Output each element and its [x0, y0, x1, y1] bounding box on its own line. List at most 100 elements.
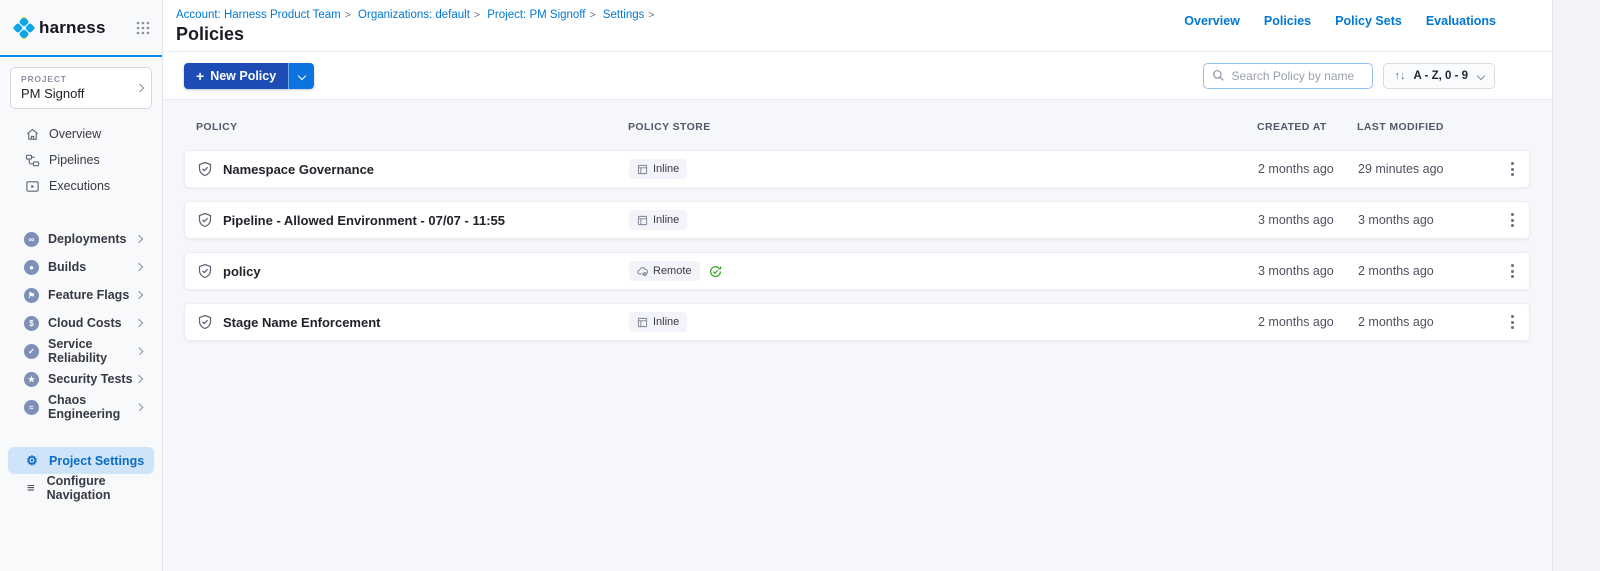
sidebar-gap [0, 199, 162, 225]
breadcrumb-org-link[interactable]: Organizations: default [358, 9, 470, 21]
store-badge: Remote [629, 261, 700, 281]
new-policy-button[interactable]: + New Policy [184, 63, 288, 89]
sidebar-gap [0, 421, 162, 447]
sidebar: harness PROJECT PM Signoff Overview [0, 0, 163, 571]
table-header-row: POLICY POLICY STORE CREATED AT LAST MODI… [184, 120, 1530, 134]
created-at: 2 months ago [1258, 315, 1358, 329]
sidebar-item-pipelines[interactable]: Pipelines [0, 147, 162, 173]
row-menu-button[interactable] [1500, 208, 1524, 232]
project-name: PM Signoff [21, 86, 137, 101]
table-row[interactable]: policy Remote [184, 252, 1530, 290]
builds-icon: ● [24, 260, 39, 275]
sidebar-item-feature-flags[interactable]: ⚑ Feature Flags [0, 281, 162, 309]
row-menu-button[interactable] [1500, 157, 1524, 181]
shield-check-icon [197, 212, 213, 228]
sidebar-item-builds[interactable]: ● Builds [0, 253, 162, 281]
sidebar-item-service-reliability[interactable]: ✓ Service Reliability [0, 337, 162, 365]
sync-success-icon [708, 264, 723, 279]
store-label: Inline [653, 214, 679, 226]
shield-check-icon [197, 314, 213, 330]
breadcrumb: Account: Harness Product Team > Organizat… [176, 9, 659, 21]
breadcrumb-separator: > [590, 9, 596, 21]
last-modified: 29 minutes ago [1358, 162, 1492, 176]
sidebar-item-label: Security Tests [48, 372, 133, 386]
logo-row: harness [0, 0, 162, 57]
sidebar-item-executions[interactable]: Executions [0, 173, 162, 199]
nav-link-policy-sets[interactable]: Policy Sets [1335, 14, 1402, 51]
chevron-right-icon [136, 83, 144, 91]
store-label: Inline [653, 316, 679, 328]
store-label: Remote [653, 265, 692, 277]
cloud-icon [637, 266, 648, 277]
policy-name: Pipeline - Allowed Environment - 07/07 -… [223, 213, 505, 228]
breadcrumb-settings-link[interactable]: Settings [603, 9, 645, 21]
sidebar-item-label: Pipelines [49, 153, 100, 167]
breadcrumb-separator: > [345, 9, 351, 21]
table-row[interactable]: Namespace Governance Inline 2 months ago… [184, 150, 1530, 188]
sidebar-item-overview[interactable]: Overview [0, 121, 162, 147]
hamburger-icon: ≡ [24, 480, 38, 495]
sidebar-item-label: Deployments [48, 232, 127, 246]
column-header-last-modified: LAST MODIFIED [1357, 121, 1491, 133]
created-at: 2 months ago [1258, 162, 1358, 176]
page-header: Account: Harness Product Team > Organizat… [163, 0, 1552, 52]
file-icon [637, 317, 648, 328]
executions-icon [24, 178, 40, 194]
sidebar-item-security-tests[interactable]: ★ Security Tests [0, 365, 162, 393]
service-reliability-icon: ✓ [24, 344, 39, 359]
policies-table: POLICY POLICY STORE CREATED AT LAST MODI… [163, 100, 1552, 571]
chevron-right-icon [135, 235, 143, 243]
pipelines-icon [24, 152, 40, 168]
search-box [1203, 63, 1373, 89]
chevron-down-icon [297, 71, 305, 79]
new-policy-label: New Policy [210, 69, 276, 83]
table-row[interactable]: Pipeline - Allowed Environment - 07/07 -… [184, 201, 1530, 239]
sidebar-item-label: Configure Navigation [47, 474, 154, 502]
project-selector[interactable]: PROJECT PM Signoff [10, 67, 152, 109]
store-badge: Inline [629, 312, 687, 332]
plus-icon: + [196, 68, 204, 84]
policy-name: Stage Name Enforcement [223, 315, 381, 330]
sidebar-item-project-settings[interactable]: ⚙ Project Settings [8, 447, 154, 474]
chevron-right-icon [135, 263, 143, 271]
search-input[interactable] [1231, 69, 1364, 83]
sidebar-item-label: Chaos Engineering [48, 393, 137, 421]
search-icon [1212, 69, 1225, 82]
sidebar-item-deployments[interactable]: ∞ Deployments [0, 225, 162, 253]
new-policy-dropdown-button[interactable] [288, 63, 314, 89]
column-header-policy: POLICY [196, 121, 628, 133]
row-menu-button[interactable] [1500, 259, 1524, 283]
app-launcher-icon[interactable] [136, 21, 150, 35]
created-at: 3 months ago [1258, 264, 1358, 278]
breadcrumb-separator: > [474, 9, 480, 21]
breadcrumb-account-link[interactable]: Account: Harness Product Team [176, 9, 341, 21]
breadcrumb-project-link[interactable]: Project: PM Signoff [487, 9, 585, 21]
chevron-right-icon [135, 375, 143, 383]
last-modified: 2 months ago [1358, 315, 1492, 329]
file-icon [637, 164, 648, 175]
sort-dropdown[interactable]: ↑↓ A - Z, 0 - 9 [1383, 63, 1495, 89]
feature-flags-icon: ⚑ [24, 288, 39, 303]
nav-link-evaluations[interactable]: Evaluations [1426, 14, 1496, 51]
last-modified: 2 months ago [1358, 264, 1492, 278]
table-row[interactable]: Stage Name Enforcement Inline 2 months a… [184, 303, 1530, 341]
header-nav: Overview Policies Policy Sets Evaluation… [1184, 14, 1496, 51]
shield-check-icon [197, 161, 213, 177]
new-policy-split-button: + New Policy [184, 63, 314, 89]
column-header-policy-store: POLICY STORE [628, 121, 1257, 133]
sidebar-item-label: Service Reliability [48, 337, 137, 365]
row-menu-button[interactable] [1500, 310, 1524, 334]
sidebar-item-label: Builds [48, 260, 86, 274]
page-title: Policies [176, 24, 659, 45]
sidebar-item-label: Overview [49, 127, 101, 141]
breadcrumb-separator: > [648, 9, 654, 21]
sidebar-item-cloud-costs[interactable]: $ Cloud Costs [0, 309, 162, 337]
main-panel: Account: Harness Product Team > Organizat… [163, 0, 1553, 571]
chevron-right-icon [135, 291, 143, 299]
deployments-icon: ∞ [24, 232, 39, 247]
nav-link-policies[interactable]: Policies [1264, 14, 1311, 51]
shield-check-icon [197, 263, 213, 279]
sidebar-item-configure-navigation[interactable]: ≡ Configure Navigation [8, 474, 154, 501]
nav-link-overview[interactable]: Overview [1184, 14, 1240, 51]
sidebar-item-chaos-engineering[interactable]: ≈ Chaos Engineering [0, 393, 162, 421]
